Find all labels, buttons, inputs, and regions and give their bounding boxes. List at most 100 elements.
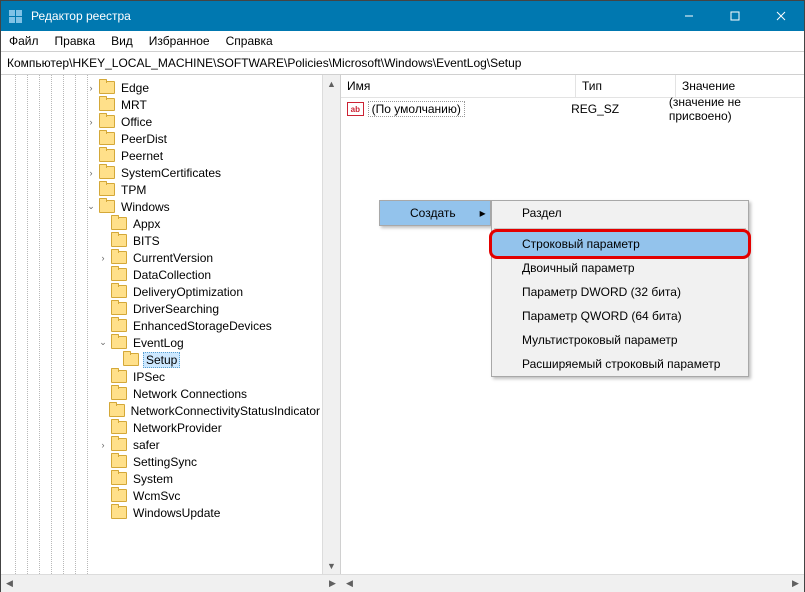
folder-icon <box>111 319 127 332</box>
tree-item[interactable]: ›DeliveryOptimization <box>1 283 322 300</box>
scroll-left-icon[interactable]: ◀ <box>1 575 18 592</box>
context-menu-item-new[interactable]: Создать ▸ <box>380 201 490 225</box>
tree-item-label: IPSec <box>131 370 167 384</box>
tree-item[interactable]: ›Edge <box>1 79 322 96</box>
menu-favorites[interactable]: Избранное <box>141 32 218 50</box>
context-submenu-item[interactable]: Строковый параметр <box>492 232 748 256</box>
tree-item-label: Peernet <box>119 149 165 163</box>
address-bar[interactable]: Компьютер\HKEY_LOCAL_MACHINE\SOFTWARE\Po… <box>1 52 804 75</box>
chevron-right-icon[interactable]: › <box>97 440 109 450</box>
scroll-right-icon[interactable]: ▶ <box>324 575 341 592</box>
tree-item[interactable]: ›Network Connections <box>1 385 322 402</box>
tree-item[interactable]: ›safer <box>1 436 322 453</box>
scroll-left-icon[interactable]: ◀ <box>341 575 358 592</box>
window-minimize-button[interactable] <box>666 1 712 31</box>
folder-icon <box>111 251 127 264</box>
tree-scrollbar-horizontal[interactable]: ◀ ▶ <box>1 574 341 592</box>
folder-icon <box>111 268 127 281</box>
folder-icon <box>111 506 127 519</box>
context-submenu-item[interactable]: Параметр DWORD (32 бита) <box>492 280 748 304</box>
folder-icon <box>111 421 127 434</box>
folder-icon <box>99 115 115 128</box>
tree-item[interactable]: ›System <box>1 470 322 487</box>
tree-item[interactable]: ⌄ Windows <box>1 198 322 215</box>
tree-item[interactable]: ›Appx <box>1 215 322 232</box>
tree-item-label: MRT <box>119 98 149 112</box>
context-submenu-item[interactable]: Раздел <box>492 201 748 225</box>
folder-icon <box>111 387 127 400</box>
tree-item[interactable]: ›SettingSync <box>1 453 322 470</box>
tree-body[interactable]: ›Edge›MRT›Office›PeerDist›Peernet›System… <box>1 75 322 574</box>
window-close-button[interactable] <box>758 1 804 31</box>
string-value-icon: ab <box>347 102 364 116</box>
tree-item-label: PeerDist <box>119 132 169 146</box>
tree-item[interactable]: ›TPM <box>1 181 322 198</box>
context-submenu-item[interactable]: Параметр QWORD (64 бита) <box>492 304 748 328</box>
context-submenu-item[interactable]: Мультистроковый параметр <box>492 328 748 352</box>
chevron-right-icon[interactable]: › <box>85 117 97 127</box>
menu-bar: Файл Правка Вид Избранное Справка <box>1 31 804 52</box>
chevron-right-icon[interactable]: › <box>85 168 97 178</box>
value-name: (По умолчанию) <box>368 101 465 117</box>
column-type[interactable]: Тип <box>576 75 676 97</box>
tree-item-label: Appx <box>131 217 162 231</box>
folder-icon <box>99 81 115 94</box>
chevron-right-icon[interactable]: › <box>97 253 109 263</box>
chevron-right-icon[interactable]: › <box>85 83 97 93</box>
tree-item[interactable]: ›Peernet <box>1 147 322 164</box>
tree-item[interactable]: ⌄EventLog <box>1 334 322 351</box>
tree-item[interactable]: ›MRT <box>1 96 322 113</box>
menu-file[interactable]: Файл <box>1 32 47 50</box>
column-name[interactable]: Имя <box>341 75 576 97</box>
list-body[interactable]: ab (По умолчанию) REG_SZ (значение не пр… <box>341 98 804 574</box>
folder-icon <box>99 149 115 162</box>
tree-item[interactable]: ›PeerDist <box>1 130 322 147</box>
tree-item[interactable]: ›CurrentVersion <box>1 249 322 266</box>
tree-scrollbar-vertical[interactable]: ▲ ▼ <box>322 75 340 574</box>
tree-item-label: DataCollection <box>131 268 213 282</box>
tree-item-label: NetworkProvider <box>131 421 224 435</box>
tree-item[interactable]: ›Setup <box>1 351 322 368</box>
menu-view[interactable]: Вид <box>103 32 141 50</box>
tree-item[interactable]: ›EnhancedStorageDevices <box>1 317 322 334</box>
list-row[interactable]: ab (По умолчанию) REG_SZ (значение не пр… <box>341 100 804 118</box>
tree-item[interactable]: ›Office <box>1 113 322 130</box>
menu-edit[interactable]: Правка <box>47 32 104 50</box>
folder-icon <box>99 98 115 111</box>
tree-item[interactable]: ›NetworkConnectivityStatusIndicator <box>1 402 322 419</box>
list-scrollbar-horizontal[interactable]: ◀ ▶ <box>341 574 804 592</box>
chevron-down-icon[interactable]: ⌄ <box>85 201 97 212</box>
window-title: Редактор реестра <box>31 9 666 23</box>
window-maximize-button[interactable] <box>712 1 758 31</box>
title-bar[interactable]: Редактор реестра <box>1 1 804 31</box>
tree-item[interactable]: › SystemCertificates <box>1 164 322 181</box>
folder-icon <box>123 353 139 366</box>
tree-item-label: Windows <box>119 200 172 214</box>
scroll-right-icon[interactable]: ▶ <box>787 575 804 592</box>
chevron-down-icon[interactable]: ⌄ <box>97 337 109 348</box>
context-menu[interactable]: Создать ▸ <box>379 200 491 226</box>
tree-item-label: TPM <box>119 183 148 197</box>
column-value[interactable]: Значение <box>676 75 804 97</box>
tree-item[interactable]: ›DriverSearching <box>1 300 322 317</box>
menu-help[interactable]: Справка <box>218 32 281 50</box>
tree-item[interactable]: ›WcmSvc <box>1 487 322 504</box>
tree-item-label: NetworkConnectivityStatusIndicator <box>129 404 322 418</box>
folder-icon <box>111 285 127 298</box>
tree-item-label: SystemCertificates <box>119 166 223 180</box>
context-submenu[interactable]: Раздел Строковый параметрДвоичный парамет… <box>491 200 749 377</box>
scroll-down-icon[interactable]: ▼ <box>323 557 340 574</box>
folder-icon <box>109 404 125 417</box>
tree-item[interactable]: ›BITS <box>1 232 322 249</box>
scroll-up-icon[interactable]: ▲ <box>323 75 340 92</box>
tree-item[interactable]: ›DataCollection <box>1 266 322 283</box>
tree-item[interactable]: ›NetworkProvider <box>1 419 322 436</box>
folder-icon <box>111 302 127 315</box>
folder-icon <box>111 336 127 349</box>
context-submenu-item[interactable]: Двоичный параметр <box>492 256 748 280</box>
tree-item[interactable]: ›IPSec <box>1 368 322 385</box>
context-submenu-item[interactable]: Расширяемый строковый параметр <box>492 352 748 376</box>
tree-item-label: Setup <box>143 352 180 368</box>
tree-item[interactable]: ›WindowsUpdate <box>1 504 322 521</box>
tree-item-label: BITS <box>131 234 162 248</box>
